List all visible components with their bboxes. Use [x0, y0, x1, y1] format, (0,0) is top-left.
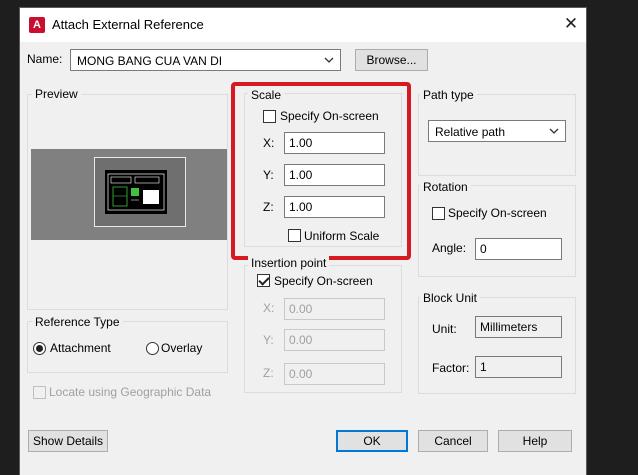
insertion-z-input[interactable]: 0.00: [284, 363, 385, 385]
drawing-thumbnail-icon: [107, 173, 165, 211]
reference-type-title: Reference Type: [32, 315, 123, 329]
close-icon[interactable]: ✕: [560, 13, 582, 35]
title-bar: A Attach External Reference ✕: [20, 8, 586, 42]
autocad-app-icon: A: [29, 17, 45, 33]
block-unit-title: Block Unit: [420, 291, 481, 305]
factor-value: 1: [475, 356, 562, 378]
attachment-radio[interactable]: [33, 342, 46, 355]
chevron-down-icon: [549, 128, 559, 134]
name-label: Name:: [27, 52, 63, 66]
chevron-down-icon: [324, 57, 334, 63]
overlay-radio[interactable]: [146, 342, 159, 355]
geographic-data-checkbox[interactable]: [33, 386, 46, 399]
unit-label: Unit:: [432, 322, 457, 336]
attachment-label: Attachment: [50, 341, 111, 355]
block-unit-group: [418, 297, 576, 394]
help-button[interactable]: Help: [498, 430, 572, 452]
unit-value: Millimeters: [475, 316, 562, 338]
scale-highlight-box: [231, 82, 411, 260]
insertion-y-input[interactable]: 0.00: [284, 329, 385, 351]
preview-image: [31, 149, 227, 240]
drawing-thumbnail-frame: [94, 157, 186, 227]
path-type-value: Relative path: [435, 125, 506, 139]
rotation-specify-onscreen-checkbox[interactable]: [432, 207, 445, 220]
path-type-title: Path type: [420, 88, 477, 102]
cancel-button[interactable]: Cancel: [418, 430, 488, 452]
angle-label: Angle:: [432, 241, 467, 255]
insertion-x-label: X:: [263, 301, 275, 315]
factor-label: Factor:: [432, 361, 470, 375]
name-value: MONG BANG CUA VAN DI: [77, 54, 223, 68]
rotation-specify-onscreen-label: Specify On-screen: [448, 206, 547, 220]
preview-title: Preview: [32, 87, 81, 101]
angle-input[interactable]: 0: [475, 238, 562, 260]
insertion-x-input[interactable]: 0.00: [284, 298, 385, 320]
rotation-title: Rotation: [420, 180, 471, 194]
rotation-group: [418, 185, 576, 277]
show-details-button[interactable]: Show Details: [28, 430, 108, 452]
insertion-y-label: Y:: [263, 333, 274, 347]
geographic-data-label: Locate using Geographic Data: [49, 385, 212, 399]
ok-button[interactable]: OK: [336, 430, 408, 452]
browse-button[interactable]: Browse...: [355, 49, 428, 71]
insertion-z-label: Z:: [263, 366, 274, 380]
path-type-dropdown[interactable]: Relative path: [428, 120, 566, 142]
insertion-specify-onscreen-label: Specify On-screen: [274, 274, 373, 288]
window-title: Attach External Reference: [52, 17, 204, 32]
attach-xref-dialog: A Attach External Reference ✕ Name: MONG…: [20, 8, 586, 475]
name-dropdown[interactable]: MONG BANG CUA VAN DI: [70, 49, 341, 71]
drawing-thumbnail: [105, 170, 167, 214]
overlay-label: Overlay: [161, 341, 203, 355]
insertion-point-title: Insertion point: [248, 256, 330, 270]
insertion-specify-onscreen-checkbox[interactable]: [257, 274, 270, 287]
